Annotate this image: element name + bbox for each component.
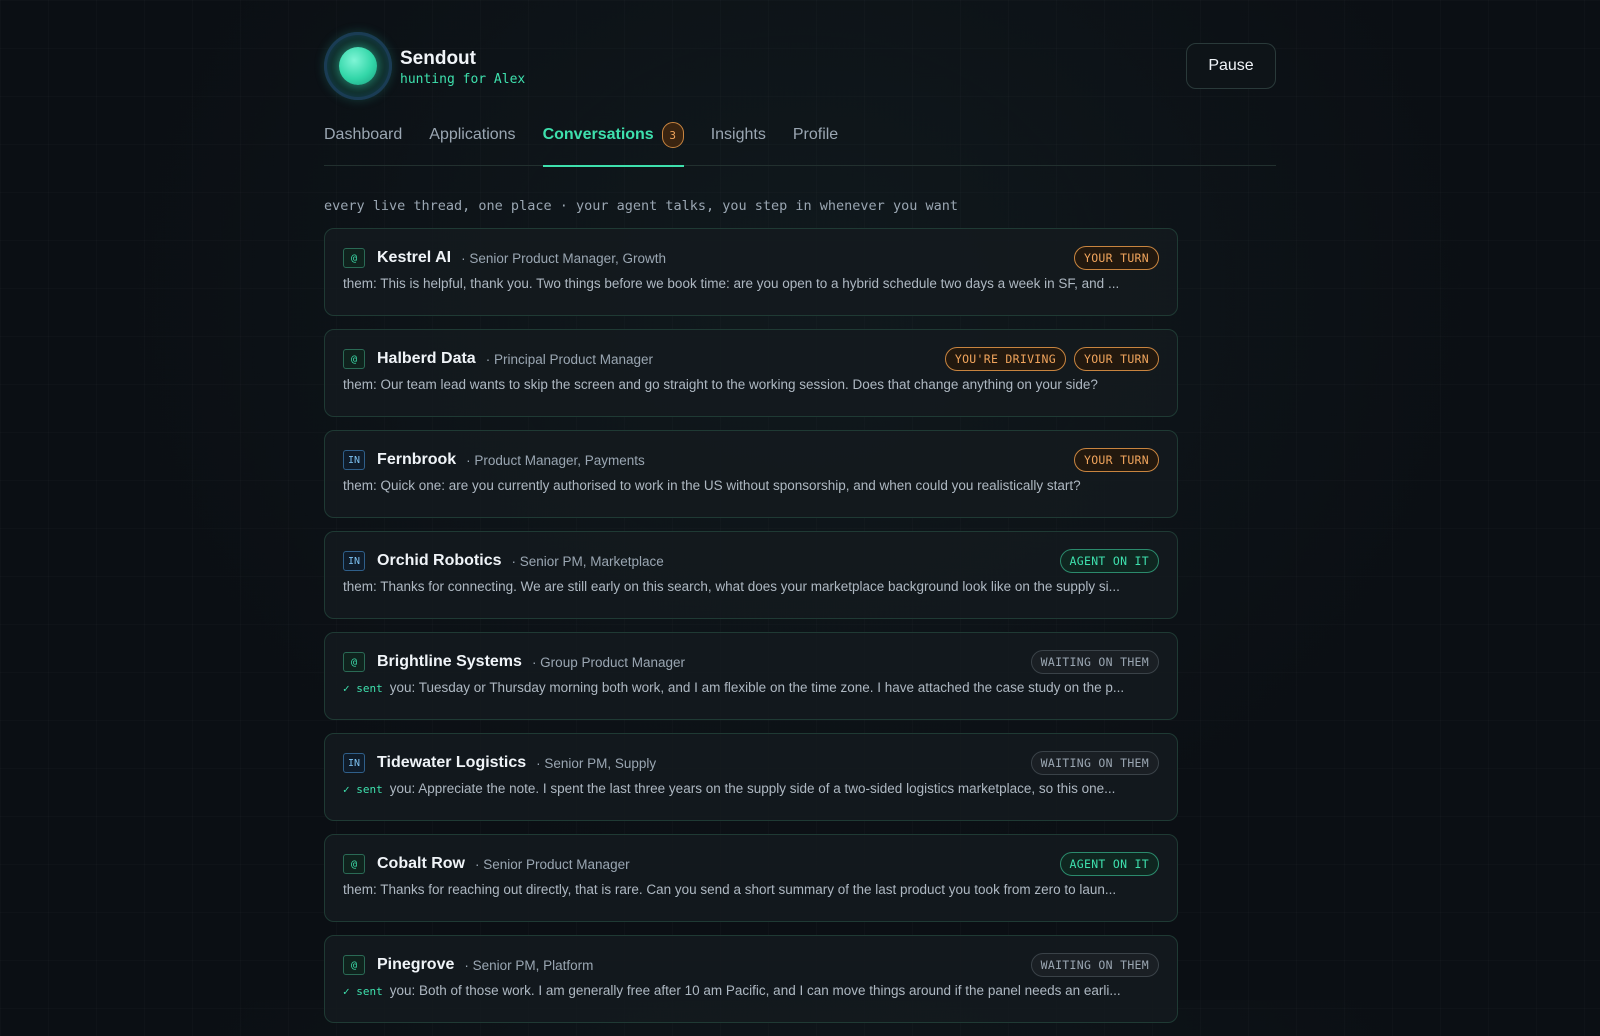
tab-applications[interactable]: Applications: [429, 126, 515, 166]
message-preview: them: Thanks for connecting. We are stil…: [343, 579, 1159, 594]
status-badges: AGENT ON IT: [1059, 852, 1159, 876]
tab-dashboard[interactable]: Dashboard: [324, 126, 402, 166]
message-text: you: Appreciate the note. I spent the la…: [389, 781, 1116, 796]
company-name: Fernbrook: [377, 451, 457, 468]
tab-label: Dashboard: [324, 126, 403, 143]
status-badge: AGENT ON IT: [1059, 549, 1159, 573]
tab-label: Profile: [792, 126, 839, 143]
status-badges: WAITING ON THEM: [1030, 953, 1159, 977]
status-badges: WAITING ON THEM: [1030, 650, 1159, 674]
message-text: them: Quick one: are you currently autho…: [343, 478, 1081, 493]
linkedin-source-icon: IN: [343, 450, 366, 470]
conversation-header: IN Orchid Robotics · Senior PM, Marketplac…: [343, 549, 1159, 573]
conversation-card[interactable]: IN Fernbrook · Product Manager, Payments YO…: [324, 430, 1178, 518]
status-badge: YOUR TURN: [1073, 246, 1159, 270]
status-badge: WAITING ON THEM: [1030, 953, 1159, 977]
conversation-header: IN Tidewater Logistics · Senior PM, Supply…: [343, 751, 1159, 775]
message-text: them: Thanks for reaching out directly, …: [343, 882, 1117, 897]
app-container: Sendout hunting for Alex Pause Dashboard…: [324, 0, 1276, 1036]
company-name: Pinegrove: [377, 956, 455, 973]
company-name: Kestrel AI: [377, 249, 452, 266]
conversation-header: @ Brightline Systems · Group Product Manag…: [343, 650, 1159, 674]
unread-count-badge: 3: [661, 122, 684, 148]
message-text: you: Both of those work. I am generally …: [389, 983, 1121, 998]
conversation-header: @ Kestrel AI · Senior Product Manager, Gro…: [343, 246, 1159, 270]
company-name: Halberd Data: [377, 350, 476, 367]
email-source-icon: @: [343, 955, 365, 975]
email-source-icon: @: [343, 349, 365, 369]
tab-bar: Dashboard Applications Conversations 3 I…: [324, 110, 1276, 167]
tab-label: Insights: [710, 126, 766, 143]
company-name: Orchid Robotics: [377, 552, 502, 569]
company-name: Tidewater Logistics: [377, 754, 527, 771]
role-title: · Senior Product Manager, Growth: [461, 250, 666, 266]
status-badges: YOUR TURN: [1073, 246, 1159, 270]
role-title: · Senior PM, Supply: [536, 755, 657, 771]
message-preview: ✓ sent you: Tuesday or Thursday morning b…: [343, 680, 1159, 695]
role-title: · Principal Product Manager: [485, 351, 654, 367]
brand-subtitle: hunting for Alex: [400, 72, 526, 87]
role-title: · Senior PM, Marketplace: [511, 553, 664, 569]
sent-indicator: ✓ sent: [343, 783, 383, 796]
brand: Sendout hunting for Alex: [400, 48, 525, 87]
message-text: them: This is helpful, thank you. Two th…: [343, 276, 1120, 291]
status-badge: YOU'RE DRIVING: [944, 347, 1066, 371]
message-text: you: Tuesday or Thursday morning both wo…: [389, 680, 1125, 695]
logo-orb-icon: [324, 32, 392, 100]
conversation-header: @ Cobalt Row · Senior Product Manager AGENT…: [343, 852, 1159, 876]
conversation-header: @ Halberd Data · Principal Product Manager…: [343, 347, 1159, 371]
email-source-icon: @: [343, 652, 365, 672]
tab-conversations[interactable]: Conversations 3: [542, 122, 684, 167]
message-preview: them: Thanks for reaching out directly, …: [343, 882, 1159, 897]
status-badges: WAITING ON THEM: [1030, 751, 1159, 775]
role-title: · Product Manager, Payments: [466, 452, 645, 468]
status-badge: WAITING ON THEM: [1030, 751, 1159, 775]
email-source-icon: @: [343, 248, 365, 268]
conversation-header: @ Pinegrove · Senior PM, Platform WAITING O…: [343, 953, 1159, 977]
status-badges: AGENT ON IT: [1059, 549, 1159, 573]
status-badge: YOUR TURN: [1073, 448, 1159, 472]
conversation-card[interactable]: IN Orchid Robotics · Senior PM, Marketplac…: [324, 531, 1178, 619]
conversation-list: @ Kestrel AI · Senior Product Manager, Gro…: [324, 228, 1178, 1023]
role-title: · Group Product Manager: [531, 654, 686, 670]
message-text: them: Thanks for connecting. We are stil…: [343, 579, 1120, 594]
page-tagline: every live thread, one place · your agen…: [324, 198, 958, 214]
conversation-card[interactable]: @ Kestrel AI · Senior Product Manager, Gro…: [324, 228, 1178, 316]
message-preview: ✓ sent you: Both of those work. I am gene…: [343, 983, 1159, 998]
conversation-card[interactable]: @ Brightline Systems · Group Product Manag…: [324, 632, 1178, 720]
conversation-header: IN Fernbrook · Product Manager, Payments YO…: [343, 448, 1159, 472]
tab-label: Applications: [429, 126, 516, 143]
role-title: · Senior Product Manager: [475, 856, 630, 872]
linkedin-source-icon: IN: [343, 753, 366, 773]
email-source-icon: @: [343, 854, 365, 874]
conversation-card[interactable]: IN Tidewater Logistics · Senior PM, Supply…: [324, 733, 1178, 821]
conversation-card[interactable]: @ Pinegrove · Senior PM, Platform WAITING O…: [324, 935, 1178, 1023]
status-badge: AGENT ON IT: [1059, 852, 1159, 876]
brand-name: Sendout: [400, 48, 476, 69]
status-badge: YOUR TURN: [1073, 347, 1159, 371]
message-preview: ✓ sent you: Appreciate the note. I spent …: [343, 781, 1159, 796]
header: Sendout hunting for Alex Pause: [324, 0, 1276, 110]
role-title: · Senior PM, Platform: [464, 957, 594, 973]
sent-indicator: ✓ sent: [343, 985, 383, 998]
pause-button[interactable]: Pause: [1186, 43, 1276, 89]
linkedin-source-icon: IN: [343, 551, 366, 571]
tab-profile[interactable]: Profile: [793, 126, 838, 166]
message-preview: them: This is helpful, thank you. Two th…: [343, 276, 1159, 291]
conversation-card[interactable]: @ Cobalt Row · Senior Product Manager AGENT…: [324, 834, 1178, 922]
status-badge: WAITING ON THEM: [1030, 650, 1159, 674]
status-badges: YOUR TURN: [1073, 448, 1159, 472]
sent-indicator: ✓ sent: [343, 682, 383, 695]
status-badges: YOU'RE DRIVING YOUR TURN: [944, 347, 1159, 371]
tab-label: Conversations: [542, 126, 654, 143]
message-preview: them: Our team lead wants to skip the sc…: [343, 377, 1159, 392]
tab-insights[interactable]: Insights: [711, 126, 766, 166]
company-name: Cobalt Row: [377, 855, 465, 872]
company-name: Brightline Systems: [377, 653, 522, 670]
message-text: them: Our team lead wants to skip the sc…: [343, 377, 1098, 392]
message-preview: them: Quick one: are you currently autho…: [343, 478, 1159, 493]
conversation-card[interactable]: @ Halberd Data · Principal Product Manager…: [324, 329, 1178, 417]
